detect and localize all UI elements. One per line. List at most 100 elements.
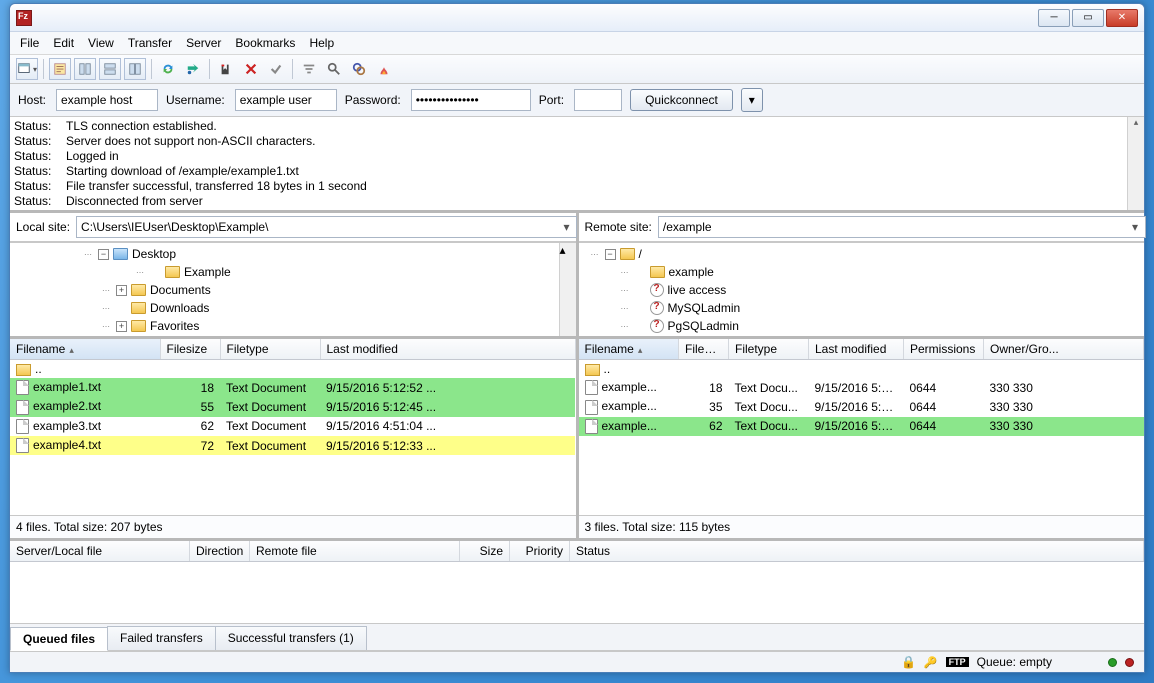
column-header[interactable]: Filetype (220, 339, 320, 360)
column-header[interactable]: Filetype (729, 339, 809, 360)
file-row[interactable]: example...18Text Docu...9/15/2016 5:05:.… (579, 378, 1144, 397)
tree-label: MySQLadmin (668, 301, 741, 315)
username-input[interactable] (235, 89, 337, 111)
unknown-icon (650, 283, 664, 297)
parent-dir-row[interactable]: .. (579, 360, 1144, 379)
menubar: File Edit View Transfer Server Bookmarks Help (10, 32, 1144, 55)
maximize-button[interactable]: ▭ (1072, 9, 1104, 27)
column-header[interactable]: Filename (10, 339, 160, 360)
tree-toggle[interactable]: − (98, 249, 109, 260)
tree-item[interactable]: ⋯MySQLadmin (581, 299, 1143, 317)
filter-button[interactable] (298, 58, 320, 80)
queue-tab[interactable]: Failed transfers (107, 626, 216, 650)
file-row[interactable]: example1.txt18Text Document9/15/2016 5:1… (10, 378, 575, 397)
queue-column-header[interactable]: Remote file (250, 541, 460, 561)
file-row[interactable]: example...62Text Docu...9/15/2016 5:05:.… (579, 417, 1144, 436)
column-header[interactable]: Filesize (160, 339, 220, 360)
tree-toggle[interactable]: − (605, 249, 616, 260)
tree-item[interactable]: ⋯−/ (581, 245, 1143, 263)
site-manager-button[interactable]: ▾ (16, 58, 38, 80)
column-header[interactable]: Permissions (904, 339, 984, 360)
quickconnect-button[interactable]: Quickconnect (630, 89, 733, 111)
local-filelist[interactable]: FilenameFilesizeFiletypeLast modified..e… (10, 339, 576, 515)
host-input[interactable] (56, 89, 158, 111)
queue-headers[interactable]: Server/Local fileDirectionRemote fileSiz… (10, 541, 1144, 562)
compare-button[interactable] (348, 58, 370, 80)
password-input[interactable] (411, 89, 531, 111)
file-row[interactable]: example...35Text Docu...9/15/2016 5:05:.… (579, 397, 1144, 416)
toolbar: ▾ (10, 55, 1144, 84)
toggle-log-button[interactable] (49, 58, 71, 80)
toggle-tree-button[interactable] (74, 58, 96, 80)
queue-column-header[interactable]: Priority (510, 541, 570, 561)
cancel-button[interactable] (215, 58, 237, 80)
file-row[interactable]: example3.txt62Text Document9/15/2016 4:5… (10, 417, 575, 436)
log-message: Starting download of /example/example1.t… (66, 164, 299, 179)
local-header-row: FilenameFilesizeFiletypeLast modified (10, 339, 575, 360)
remote-path-input[interactable] (658, 216, 1146, 238)
local-tree-scrollbar[interactable]: ▴ (559, 243, 576, 336)
menu-transfer[interactable]: Transfer (128, 36, 172, 50)
folder-icon (131, 284, 146, 296)
port-label: Port: (539, 93, 564, 107)
port-input[interactable] (574, 89, 622, 111)
menu-view[interactable]: View (88, 36, 114, 50)
tree-item[interactable]: ⋯Example (12, 263, 574, 281)
queue-tab[interactable]: Successful transfers (1) (215, 626, 367, 650)
queue-column-header[interactable]: Server/Local file (10, 541, 190, 561)
tree-item[interactable]: ⋯+Favorites (12, 317, 574, 335)
log-panel[interactable]: Status:TLS connection established.Status… (10, 117, 1144, 213)
remote-filelist[interactable]: FilenameFilesizeFiletypeLast modifiedPer… (579, 339, 1145, 515)
tree-toggle[interactable]: + (116, 321, 127, 332)
remote-tree[interactable]: ⋯−/⋯example⋯live access⋯MySQLadmin⋯PgSQL… (579, 243, 1145, 339)
file-row[interactable]: example2.txt55Text Document9/15/2016 5:1… (10, 397, 575, 416)
queue-column-header[interactable]: Status (570, 541, 1144, 561)
file-icon (16, 400, 29, 415)
search-button[interactable] (323, 58, 345, 80)
refresh-button[interactable] (157, 58, 179, 80)
tree-item[interactable]: ⋯Downloads (12, 299, 574, 317)
menu-file[interactable]: File (20, 36, 39, 50)
tree-item[interactable]: ⋯PgSQLadmin (581, 317, 1143, 335)
led-red-icon (1125, 658, 1134, 667)
synchronize-button[interactable] (124, 58, 146, 80)
tree-item[interactable]: ⋯+Documents (12, 281, 574, 299)
log-scrollbar[interactable]: ▴ (1127, 117, 1144, 210)
minimize-button[interactable]: ─ (1038, 9, 1070, 27)
menu-bookmarks[interactable]: Bookmarks (235, 36, 295, 50)
column-header[interactable]: Owner/Gro... (984, 339, 1144, 360)
process-queue-button[interactable] (182, 58, 204, 80)
queue-column-header[interactable]: Size (460, 541, 510, 561)
menu-server[interactable]: Server (186, 36, 221, 50)
log-message: Disconnected from server (66, 194, 203, 209)
parent-dir-row[interactable]: .. (10, 360, 575, 379)
local-tree[interactable]: ▴ ⋯−Desktop⋯Example⋯+Documents⋯Downloads… (10, 243, 576, 339)
quickconnect-bar: Host: Username: Password: Port: Quickcon… (10, 84, 1144, 117)
column-header[interactable]: Filesize (679, 339, 729, 360)
file-icon (585, 400, 598, 415)
quickconnect-dropdown[interactable]: ▾ (741, 88, 763, 112)
column-header[interactable]: Last modified (809, 339, 904, 360)
tree-item[interactable]: ⋯−Desktop (12, 245, 574, 263)
log-label: Status: (14, 149, 56, 164)
column-header[interactable]: Last modified (320, 339, 575, 360)
queue-column-header[interactable]: Direction (190, 541, 250, 561)
tree-item[interactable]: ⋯example (581, 263, 1143, 281)
tree-toggle[interactable]: + (116, 285, 127, 296)
local-path-input[interactable] (76, 216, 577, 238)
disconnect-button[interactable] (240, 58, 262, 80)
close-button[interactable]: ✕ (1106, 9, 1138, 27)
tree-label: / (639, 247, 642, 261)
unknown-icon (650, 319, 664, 333)
auto-button[interactable] (373, 58, 395, 80)
file-icon (585, 419, 598, 434)
tree-item[interactable]: ⋯live access (581, 281, 1143, 299)
column-header[interactable]: Filename (579, 339, 679, 360)
file-row[interactable]: example4.txt72Text Document9/15/2016 5:1… (10, 436, 575, 455)
menu-edit[interactable]: Edit (53, 36, 74, 50)
queue-body[interactable] (10, 562, 1144, 623)
menu-help[interactable]: Help (309, 36, 334, 50)
toggle-queue-button[interactable] (99, 58, 121, 80)
queue-tab[interactable]: Queued files (10, 627, 108, 651)
reconnect-button[interactable] (265, 58, 287, 80)
